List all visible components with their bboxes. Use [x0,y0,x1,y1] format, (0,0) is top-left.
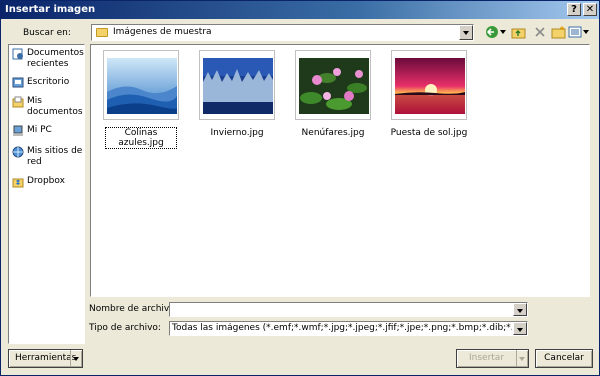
file-thumbnail-colinas-azules[interactable] [103,50,179,120]
place-label: Mi PC [27,125,52,135]
insert-dropdown[interactable] [516,350,528,367]
look-in-value: Imágenes de muestra [113,27,212,37]
file-list[interactable]: Colinas azules.jpg Invierno.jpg Nenúfare… [90,44,590,297]
title-bar: Insertar imagen ? ✕ [1,1,599,19]
views-dropdown[interactable] [582,24,590,40]
place-label: Dropbox [27,176,65,186]
insert-label: Insertar [468,353,505,363]
my-computer-icon [13,125,23,136]
place-my-computer[interactable]: Mi PC [12,125,84,137]
file-name[interactable]: Nenúfares.jpg [288,128,378,138]
up-folder-icon [511,28,525,38]
back-button[interactable] [484,24,500,40]
sunset-image [395,58,465,114]
places-bar: Documentos recientes Escritorio Mis docu… [8,44,85,344]
delete-button[interactable] [532,24,548,40]
insert-button[interactable]: Insertar [456,349,529,368]
up-one-level-button[interactable] [510,24,526,40]
file-type-value: Todas las imágenes (*.emf;*.wmf;*.jpg;*.… [172,323,512,333]
place-label: Mis documentos [27,96,83,117]
winter-image [203,58,273,114]
chevron-down-icon [582,30,589,34]
place-network-places[interactable]: Mis sitios de red [12,146,84,168]
look-in-combobox[interactable]: Imágenes de muestra [91,24,474,41]
place-label: Documentos recientes [27,48,84,69]
new-folder-icon [551,25,565,38]
back-arrow-icon [486,26,498,38]
insert-image-dialog: Insertar imagen ? ✕ Buscar en: Imágenes … [0,0,600,376]
window-title: Insertar imagen [5,4,96,15]
file-type-combobox[interactable]: Todas las imágenes (*.emf;*.wmf;*.jpg;*.… [169,321,528,336]
look-in-dropdown-button[interactable] [459,25,473,40]
file-name[interactable]: Invierno.jpg [192,128,282,138]
help-button[interactable]: ? [567,3,581,16]
water-lilies-image [299,58,369,114]
views-button[interactable] [567,24,583,40]
file-name-label: Nombre de archivo: [89,304,178,314]
back-dropdown[interactable] [499,24,507,40]
network-places-icon [12,146,24,158]
desktop-icon [12,77,24,88]
place-dropbox[interactable]: Dropbox [12,176,84,188]
blue-hills-image [107,58,177,114]
recent-documents-icon [12,48,23,60]
tools-button[interactable]: Herramientas [8,349,83,368]
place-label: Mis sitios de red [27,146,83,167]
file-type-dropdown-button[interactable] [513,322,527,335]
place-desktop[interactable]: Escritorio [12,77,84,89]
new-folder-button[interactable] [550,24,566,40]
file-name-combobox[interactable] [169,302,528,317]
file-thumbnail-nenufares[interactable] [295,50,371,120]
place-recent-documents[interactable]: Documentos recientes [12,48,84,70]
file-thumbnail-puesta-de-sol[interactable] [391,50,467,120]
tools-label: Herramientas [15,353,77,363]
file-thumbnail-invierno[interactable] [199,50,275,120]
folder-icon [96,28,108,37]
file-type-label: Tipo de archivo: [89,323,161,333]
tools-dropdown[interactable] [70,350,82,367]
dropbox-icon [12,178,24,188]
place-my-documents[interactable]: Mis documentos [12,96,84,118]
file-name[interactable]: Colinas azules.jpg [105,127,177,149]
file-name-dropdown-button[interactable] [513,303,527,316]
file-name[interactable]: Puesta de sol.jpg [384,128,474,138]
place-label: Escritorio [27,77,70,87]
look-in-label: Buscar en: [23,28,71,38]
delete-x-icon [535,27,545,37]
chevron-down-icon [499,30,506,34]
views-icon [568,26,582,38]
cancel-button[interactable]: Cancelar [535,349,593,368]
close-button[interactable]: ✕ [583,3,597,16]
my-documents-icon [12,96,24,108]
